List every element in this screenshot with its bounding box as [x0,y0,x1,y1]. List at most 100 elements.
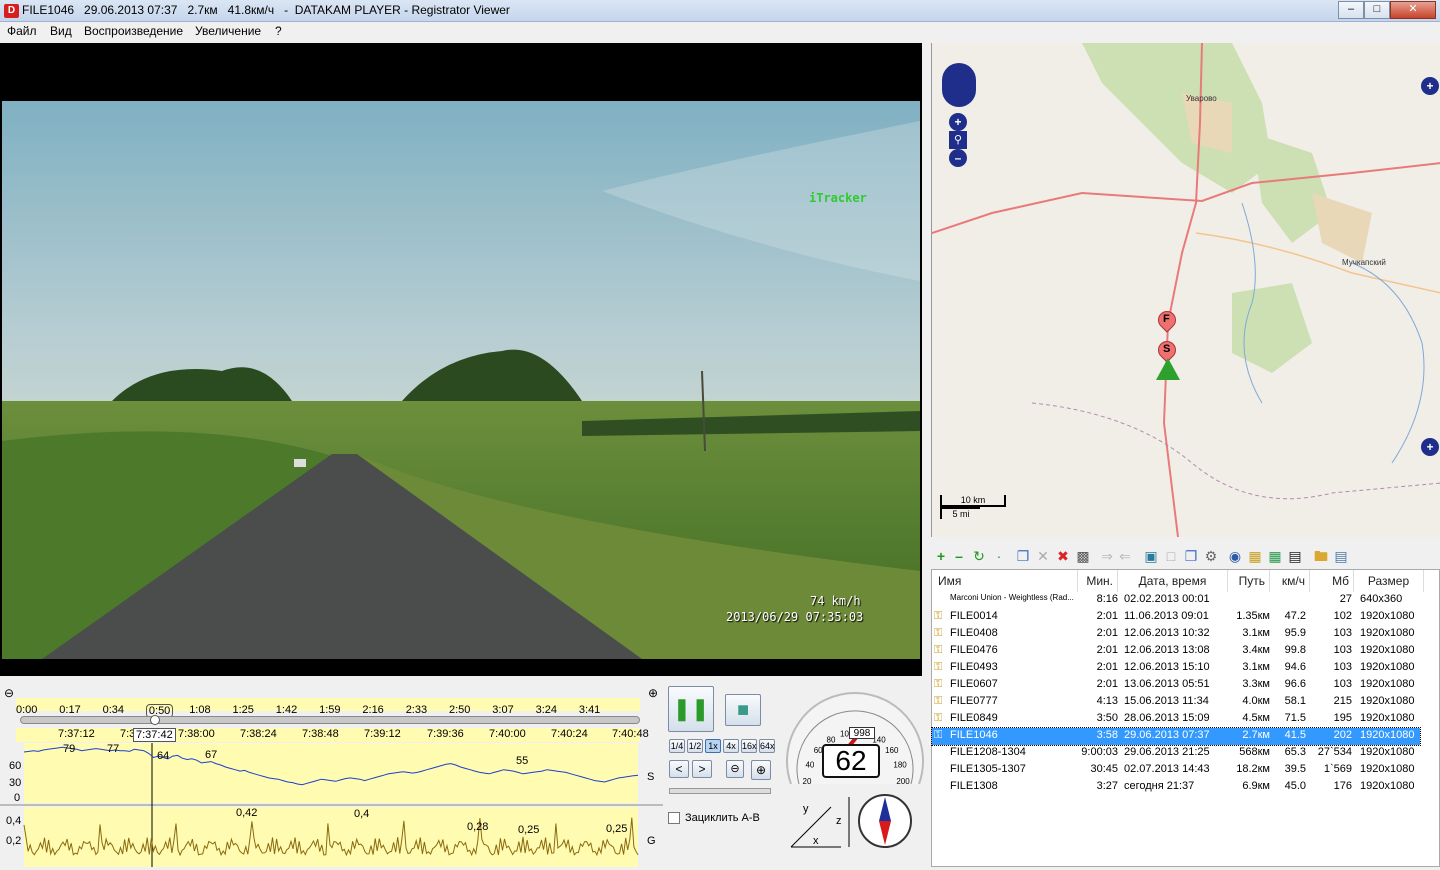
volume-slider[interactable] [669,788,771,794]
file-path: 1.35км [1236,610,1270,622]
export-icon[interactable]: ▣ [1143,548,1159,564]
file-speed: 71.5 [1284,712,1306,724]
col-size[interactable]: Размер [1354,570,1424,592]
zoom-out-button[interactable]: ⊖ [726,760,744,778]
speed-4x-button[interactable]: 4x [723,739,739,753]
file-row[interactable]: ⚿ FILE0408 2:01 12.06.2013 10:32 3.1км 95.9 10… [932,626,1420,643]
video-player[interactable]: iTracker 74 km/h 2013/06/29 07:35:03 [0,43,922,676]
pause-button[interactable]: ❚❚ [668,686,714,732]
speed-16x-button[interactable]: 16x [741,739,757,753]
progress-track[interactable] [20,716,640,724]
file-speed: 39.5 [1284,763,1306,775]
time-tick: 7:37:12 [58,728,95,740]
col-duration[interactable]: Мин. [1078,570,1118,592]
col-name[interactable]: Имя [938,570,1078,592]
menu-file[interactable]: Файл [7,24,37,38]
timeline[interactable]: ⊖ ⊕ 0:00 0:17 0:34 0:50 1:08 1:25 1:42 1:59 2:16… [0,684,663,744]
file-name: FILE1046 [950,729,998,741]
col-mb[interactable]: Мб [1310,570,1354,592]
undo-icon[interactable]: ⇒ [1099,548,1115,564]
file-row[interactable]: ⚿ FILE0607 2:01 13.06.2013 05:51 3.3км 96.6 10… [932,677,1420,694]
file-row[interactable]: ⚿ FILE0849 3:50 28.06.2013 15:09 4.5км 71.5 19… [932,711,1420,728]
file-row[interactable]: ⚿ FILE0777 4:13 15.06.2013 11:34 4.0км 58.1 21… [932,694,1420,711]
add-icon[interactable]: + [933,548,949,564]
speed-ytick: 30 [9,777,22,789]
menu-view[interactable]: Вид [50,24,72,38]
image-add-icon[interactable]: ▦ [1267,548,1283,564]
cut-icon[interactable]: ✕ [1035,548,1051,564]
file-list[interactable]: Имя Мин. Дата, время Путь км/ч Мб Размер… [931,569,1440,867]
col-datetime[interactable]: Дата, время [1118,570,1228,592]
layers-expand-icon-2[interactable]: + [1421,438,1439,456]
file-row[interactable]: FILE1208-1304 9:00:03 29.06.2013 21:25 568к… [932,745,1420,762]
timeline-zoom-out-icon[interactable]: ⊖ [4,686,14,700]
time-tick: 7:40:00 [489,728,526,740]
timeline-tick: 0:17 [59,704,81,716]
title-bar: D FILE1046 29.06.2013 07:37 2.7км 41.8км… [0,0,1440,22]
map-view[interactable]: + ⚲ – + + Уварово Мучкапский F S [931,43,1440,537]
next-frame-button[interactable]: > [692,760,712,778]
file-path: 3.1км [1242,661,1270,673]
minimize-button[interactable]: – [1338,1,1364,19]
speed-1x-button[interactable]: 1x [705,739,721,753]
pan-control-icon[interactable] [942,63,976,107]
app-logo-icon[interactable]: D [4,4,19,18]
menu-help[interactable]: ? [275,24,282,38]
key-icon: ⚿ [934,644,943,656]
film-icon[interactable]: ▤ [1287,548,1303,564]
zoom-in-button[interactable]: ⊕ [751,760,771,780]
file-duration: 9:00:03 [1081,746,1118,758]
file-duration: 2:01 [1096,610,1118,622]
menu-zoom[interactable]: Увеличение [195,24,261,38]
folder-icon[interactable]: 🖿 [1313,548,1329,564]
file-path: 18.2км [1236,763,1270,775]
loop-checkbox[interactable] [668,812,680,824]
timeline-zoom-in-icon[interactable]: ⊕ [648,686,658,700]
zoom-out-icon[interactable]: – [949,149,967,167]
file-row[interactable]: ⚿ FILE0014 2:01 11.06.2013 09:01 1.35км 47.2 1… [932,609,1420,626]
map-town-label: Мучкапский [1342,258,1386,267]
image-icon[interactable]: ▦ [1247,548,1263,564]
telemetry-graphs[interactable]: S G 60 30 0 0,4 0,2 79 77 64 67 55 0,42 … [0,743,663,867]
file-row[interactable]: ⚿ FILE0476 2:01 12.06.2013 13:08 3.4км 99.8 10… [932,643,1420,660]
speed-1-4-button[interactable]: 1/4 [669,739,685,753]
settings-icon[interactable]: ⚙ [1203,548,1219,564]
key-icon: ⚿ [934,712,943,724]
copy-icon[interactable]: ❐ [1015,548,1031,564]
maximize-button[interactable]: □ [1364,1,1390,19]
save-icon[interactable]: ▩ [1075,548,1091,564]
layers-expand-icon[interactable]: + [1421,77,1439,95]
delete-icon[interactable]: ✖ [1055,548,1071,564]
document-icon[interactable]: ▤ [1333,548,1349,564]
file-resolution: 640x360 [1360,593,1403,605]
zoom-in-icon[interactable]: + [949,113,967,131]
select-icon[interactable]: □ [1163,548,1179,564]
axis-y-label: y [803,803,809,815]
file-row[interactable]: ⚿ FILE0493 2:01 12.06.2013 15:10 3.1км 94.6 10… [932,660,1420,677]
file-name: Marconi Union - Weightless (Rad... [950,593,1074,602]
timeline-tick: 1:08 [189,704,211,716]
close-button[interactable]: ✕ [1390,1,1436,19]
file-duration: 2:01 [1096,627,1118,639]
file-row[interactable]: FILE1305-1307 30:45 02.07.2013 14:43 18.2км… [932,762,1420,779]
start-marker-label: S [1163,343,1171,355]
refresh-icon[interactable]: ↻ [971,548,987,564]
col-path[interactable]: Путь [1228,570,1270,592]
dot-icon[interactable]: · [991,548,1007,564]
prev-frame-button[interactable]: < [669,760,689,778]
redo-icon[interactable]: ⇐ [1117,548,1133,564]
file-row[interactable]: FILE1308 3:27 сегодня 21:37 6.9км 45.0 176 192… [932,779,1420,796]
col-speed[interactable]: км/ч [1270,570,1310,592]
windows-icon[interactable]: ❐ [1183,548,1199,564]
globe-toolbar-icon[interactable]: ◉ [1227,548,1243,564]
stop-button[interactable]: ■ [725,694,761,726]
globe-icon[interactable]: ⚲ [949,131,967,149]
file-row[interactable]: Marconi Union - Weightless (Rad... 8:16 02… [932,592,1420,609]
speed-1-2-button[interactable]: 1/2 [687,739,703,753]
menu-playback[interactable]: Воспроизведение [84,24,183,38]
key-icon: ⚿ [934,729,943,741]
file-datetime: 12.06.2013 10:32 [1124,627,1210,639]
file-row[interactable]: ⚿ FILE1046 3:58 29.06.2013 07:37 2.7км 41.5 20… [931,727,1421,746]
speed-64x-button[interactable]: 64x [759,739,775,753]
remove-icon[interactable]: – [951,548,967,564]
